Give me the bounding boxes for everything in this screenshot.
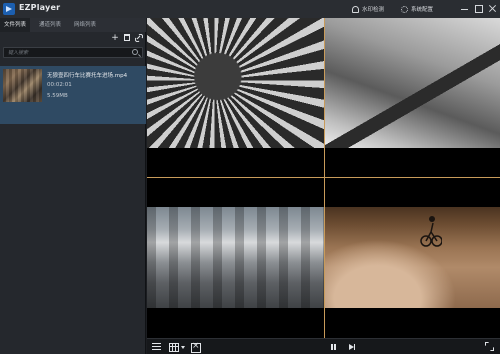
video-frame xyxy=(325,207,500,308)
file-duration: 00:02:01 xyxy=(47,82,72,88)
app-logo-icon xyxy=(3,3,15,15)
close-all-icon[interactable] xyxy=(191,341,201,353)
step-forward-icon[interactable] xyxy=(348,342,357,352)
file-toolbar: + xyxy=(0,32,146,44)
search-input[interactable] xyxy=(8,49,126,57)
system-settings-label: 系统配置 xyxy=(411,7,434,13)
gear-icon xyxy=(401,5,408,13)
maximize-icon[interactable] xyxy=(474,4,484,14)
sidebar: 文件列表 通道列表 网络列表 + 无狼壹四行车比赛托车进场.mp4 00:02:… xyxy=(0,18,146,354)
playback-controls xyxy=(147,338,500,354)
tab-file-list[interactable]: 文件列表 xyxy=(0,18,31,32)
link-icon[interactable] xyxy=(134,33,144,43)
file-size: 5.59MB xyxy=(47,93,68,99)
grid-divider-horizontal xyxy=(147,177,500,178)
grid-divider-vertical xyxy=(324,18,325,338)
chevron-down-icon[interactable] xyxy=(181,342,186,352)
list-item[interactable]: 无狼壹四行车比赛托车进场.mp4 00:02:01 5.59MB xyxy=(0,66,146,124)
video-frame xyxy=(147,207,324,308)
video-frame xyxy=(147,18,324,148)
watermark-detect-button[interactable]: 水印检测 xyxy=(352,3,384,15)
search-box xyxy=(3,47,143,58)
add-file-icon[interactable]: + xyxy=(111,34,119,43)
close-icon[interactable] xyxy=(488,4,498,14)
tab-network-list[interactable]: 网络列表 xyxy=(70,18,100,32)
tab-channel-list[interactable]: 通道列表 xyxy=(35,18,65,32)
list-toggle-icon[interactable] xyxy=(152,342,163,352)
sidebar-tabs: 文件列表 通道列表 网络列表 xyxy=(0,18,146,32)
minimize-icon[interactable] xyxy=(460,4,470,14)
title-bar: EZPlayer 水印检测 系统配置 xyxy=(0,0,500,18)
video-grid xyxy=(147,18,500,338)
cyclist-figure xyxy=(420,216,442,247)
video-tile-3[interactable] xyxy=(147,178,324,338)
system-settings-button[interactable]: 系统配置 xyxy=(401,3,433,15)
app-title: EZPlayer xyxy=(19,3,61,12)
watermark-icon xyxy=(352,5,359,13)
fullscreen-icon[interactable] xyxy=(485,342,495,352)
video-frame xyxy=(325,18,500,148)
video-tile-1[interactable] xyxy=(147,18,324,177)
file-name: 无狼壹四行车比赛托车进场.mp4 xyxy=(47,73,128,79)
watermark-detect-label: 水印检测 xyxy=(362,7,385,13)
pause-icon[interactable] xyxy=(330,342,338,352)
video-tile-4[interactable] xyxy=(325,178,500,338)
video-tile-2[interactable] xyxy=(325,18,500,177)
video-thumbnail xyxy=(3,69,42,102)
delete-icon[interactable] xyxy=(124,34,130,41)
search-icon[interactable] xyxy=(132,49,138,55)
layout-grid-icon[interactable] xyxy=(169,342,180,352)
